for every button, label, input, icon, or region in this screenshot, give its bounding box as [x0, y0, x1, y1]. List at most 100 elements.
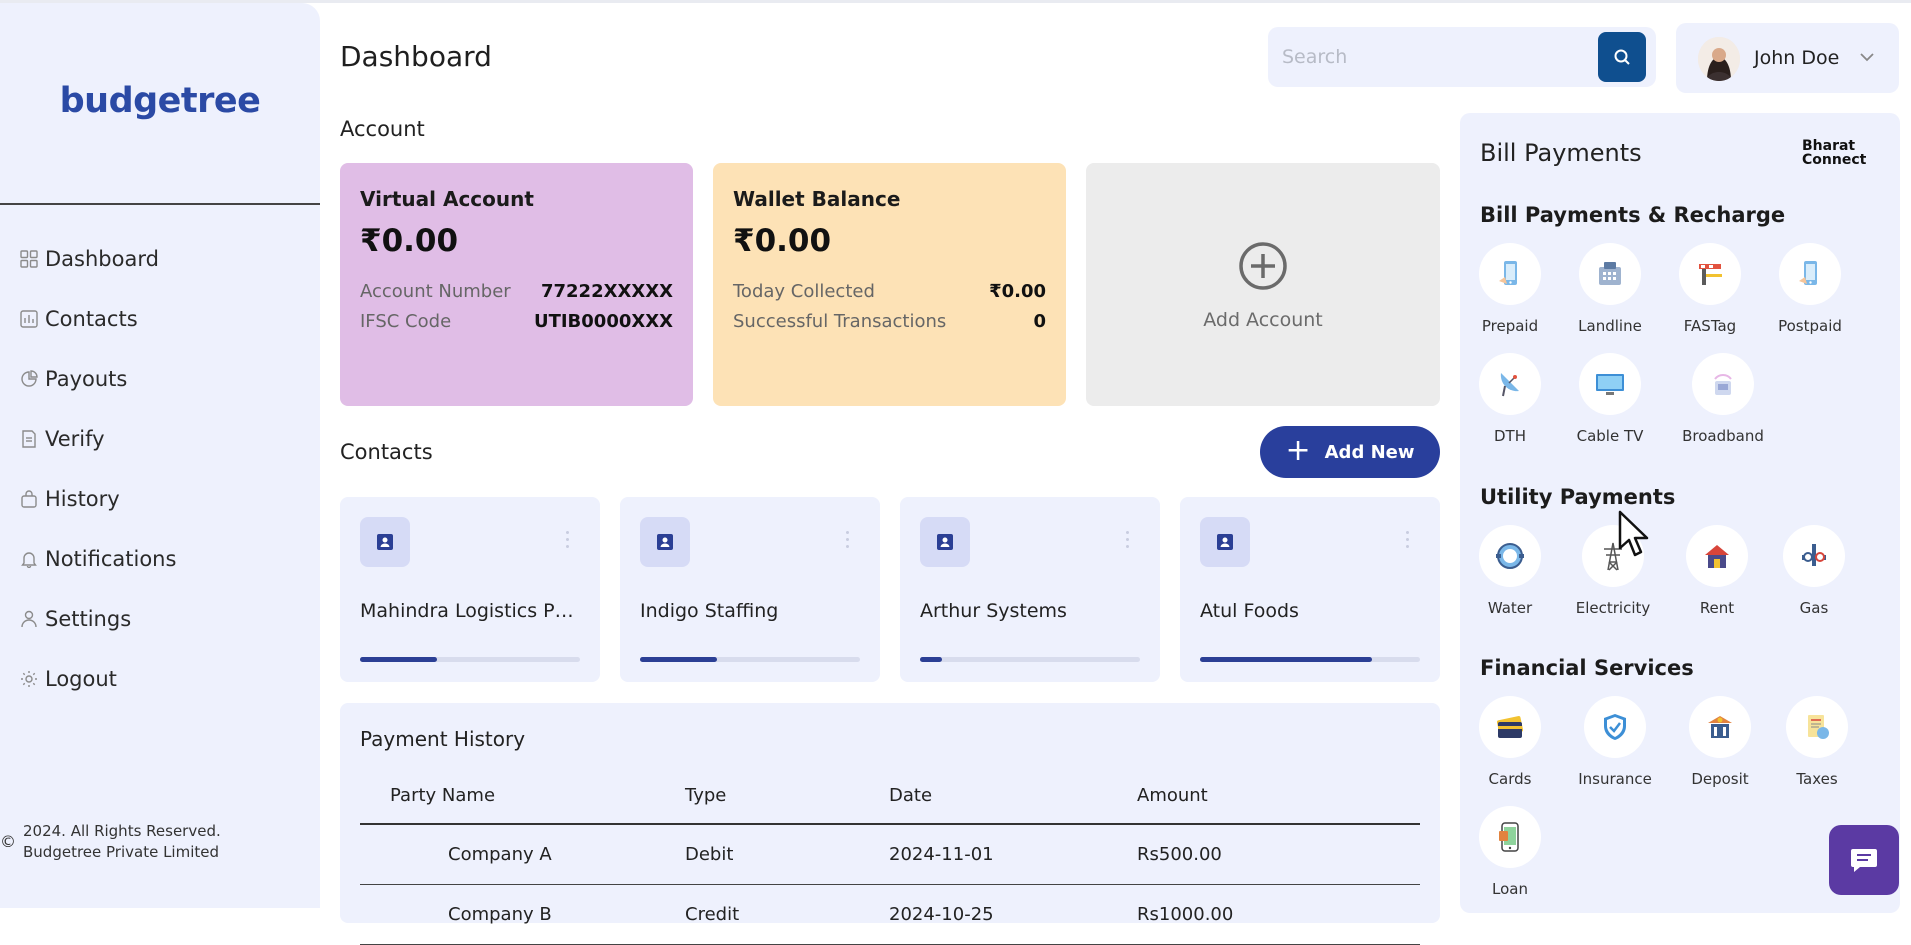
service-gas[interactable]: Gas — [1764, 525, 1864, 617]
phone-icon — [1799, 261, 1817, 285]
service-dth[interactable]: DTH — [1460, 353, 1560, 445]
bank-deposit-icon — [1708, 716, 1732, 738]
date-cell: 2024-10-25 — [889, 884, 1137, 945]
sidebar-item-notifications[interactable]: Notifications — [20, 529, 176, 589]
service-postpaid[interactable]: Postpaid — [1760, 243, 1860, 335]
ifsc-row: IFSC Code UTIB0000XXX — [360, 311, 673, 332]
dashboard-icon — [20, 250, 38, 268]
gas-pipe-icon — [1802, 544, 1826, 566]
contact-card[interactable]: Mahindra Logistics Pvt ... — [340, 497, 600, 682]
service-water[interactable]: Water — [1460, 525, 1560, 617]
search-input[interactable] — [1282, 41, 1582, 73]
wallet-balance-card[interactable]: Wallet Balance ₹0.00 Today Collected ₹0.… — [713, 163, 1066, 406]
bharat-connect-logo: Bharat Connect — [1802, 139, 1866, 167]
sidebar-item-history[interactable]: History — [20, 469, 176, 529]
copyright: © 2024. All Rights Reserved. Budgetree P… — [0, 821, 221, 863]
contact-progress-bar — [640, 657, 860, 662]
bell-icon — [20, 550, 38, 568]
contact-icon — [640, 517, 690, 567]
bill-payments-panel: Bill Payments Bharat Connect Bill Paymen… — [1460, 113, 1900, 913]
service-label: FASTag — [1683, 317, 1737, 335]
logout-icon — [20, 670, 38, 688]
chat-icon — [1851, 849, 1877, 872]
service-label: Postpaid — [1778, 317, 1842, 335]
service-fastag[interactable]: FASTag — [1660, 243, 1760, 335]
card-title: Wallet Balance — [733, 187, 901, 211]
more-options-icon[interactable] — [846, 531, 850, 552]
virtual-account-card[interactable]: Virtual Account ₹0.00 Account Number 772… — [340, 163, 693, 406]
column-header: Date — [889, 768, 1137, 825]
contact-card[interactable]: Arthur Systems — [900, 497, 1160, 682]
service-broadband[interactable]: Broadband — [1673, 353, 1773, 445]
contact-card[interactable]: Atul Foods — [1180, 497, 1440, 682]
loan-phone-icon — [1499, 822, 1519, 852]
add-account-card[interactable]: Add Account — [1086, 163, 1440, 406]
row-value: 77222XXXXX — [540, 281, 673, 302]
service-label: Loan — [1492, 880, 1528, 898]
history-icon — [20, 490, 38, 508]
service-deposit[interactable]: Deposit — [1670, 696, 1770, 788]
logo-text: Bharat — [1802, 138, 1856, 154]
service-loan[interactable]: Loan — [1460, 806, 1560, 898]
service-cards[interactable]: Cards — [1460, 696, 1560, 788]
sidebar-item-verify[interactable]: Verify — [20, 409, 176, 469]
brand-logo[interactable]: budgetree — [0, 81, 320, 121]
service-prepaid[interactable]: Prepaid — [1460, 243, 1560, 335]
sidebar-item-dashboard[interactable]: Dashboard — [20, 229, 176, 289]
service-cable-tv[interactable]: Cable TV — [1560, 353, 1660, 445]
sidebar-item-payouts[interactable]: Payouts — [20, 349, 176, 409]
type-cell: Debit — [685, 824, 889, 885]
water-meter-icon — [1496, 543, 1524, 569]
verify-icon — [20, 430, 38, 448]
tv-icon — [1596, 374, 1624, 395]
card-amount: ₹0.00 — [733, 223, 832, 259]
service-insurance[interactable]: Insurance — [1565, 696, 1665, 788]
contact-progress-bar — [920, 657, 1140, 662]
row-label: Account Number — [360, 281, 511, 302]
service-label: Gas — [1799, 599, 1829, 617]
satellite-dish-icon — [1500, 373, 1519, 397]
mouse-cursor-icon — [1618, 510, 1649, 557]
amount-cell: Rs1000.00 — [1137, 884, 1420, 945]
column-header: Party Name — [360, 768, 685, 825]
contact-card[interactable]: Indigo Staffing — [620, 497, 880, 682]
sidebar-divider — [0, 203, 320, 205]
search-icon — [1614, 49, 1630, 65]
service-landline[interactable]: Landline — [1560, 243, 1660, 335]
service-rent[interactable]: Rent — [1667, 525, 1767, 617]
plus-circle-icon — [1239, 242, 1287, 290]
bill-payments-title: Bill Payments — [1480, 139, 1642, 167]
add-new-label: Add New — [1324, 441, 1415, 463]
table-row[interactable]: Company B Credit 2024-10-25 Rs1000.00 — [360, 884, 1420, 945]
more-options-icon[interactable] — [1406, 531, 1410, 552]
row-label: IFSC Code — [360, 311, 452, 332]
row-value: 0 — [1033, 311, 1046, 332]
recharge-section-title: Bill Payments & Recharge — [1480, 203, 1786, 227]
service-label: Taxes — [1796, 770, 1838, 788]
sidebar-item-contacts[interactable]: Contacts — [20, 289, 176, 349]
phone-icon — [1499, 261, 1517, 285]
user-name: John Doe — [1754, 47, 1840, 69]
user-menu[interactable]: John Doe — [1676, 23, 1899, 93]
payouts-icon — [20, 370, 38, 388]
shield-icon — [1604, 714, 1626, 740]
sidebar-item-settings[interactable]: Settings — [20, 589, 176, 649]
progress-fill — [920, 657, 942, 662]
add-account-label: Add Account — [1203, 309, 1323, 331]
sidebar-item-logout[interactable]: Logout — [20, 649, 176, 709]
table-row[interactable]: Company A Debit 2024-11-01 Rs500.00 — [360, 824, 1420, 885]
contact-progress-bar — [1200, 657, 1420, 662]
service-label: DTH — [1494, 427, 1526, 445]
contacts-section-title: Contacts — [340, 440, 433, 464]
sidebar-item-label: Payouts — [45, 367, 128, 391]
service-label: Water — [1487, 599, 1533, 617]
row-label: Today Collected — [733, 281, 875, 302]
service-taxes[interactable]: Taxes — [1767, 696, 1867, 788]
more-options-icon[interactable] — [566, 531, 570, 552]
payment-history-title: Payment History — [360, 727, 526, 751]
more-options-icon[interactable] — [1126, 531, 1130, 552]
chat-button[interactable] — [1829, 825, 1899, 895]
company-name: Budgetree Private Limited — [23, 843, 220, 861]
add-new-button[interactable]: + Add New — [1260, 426, 1440, 478]
search-button[interactable] — [1598, 32, 1646, 82]
